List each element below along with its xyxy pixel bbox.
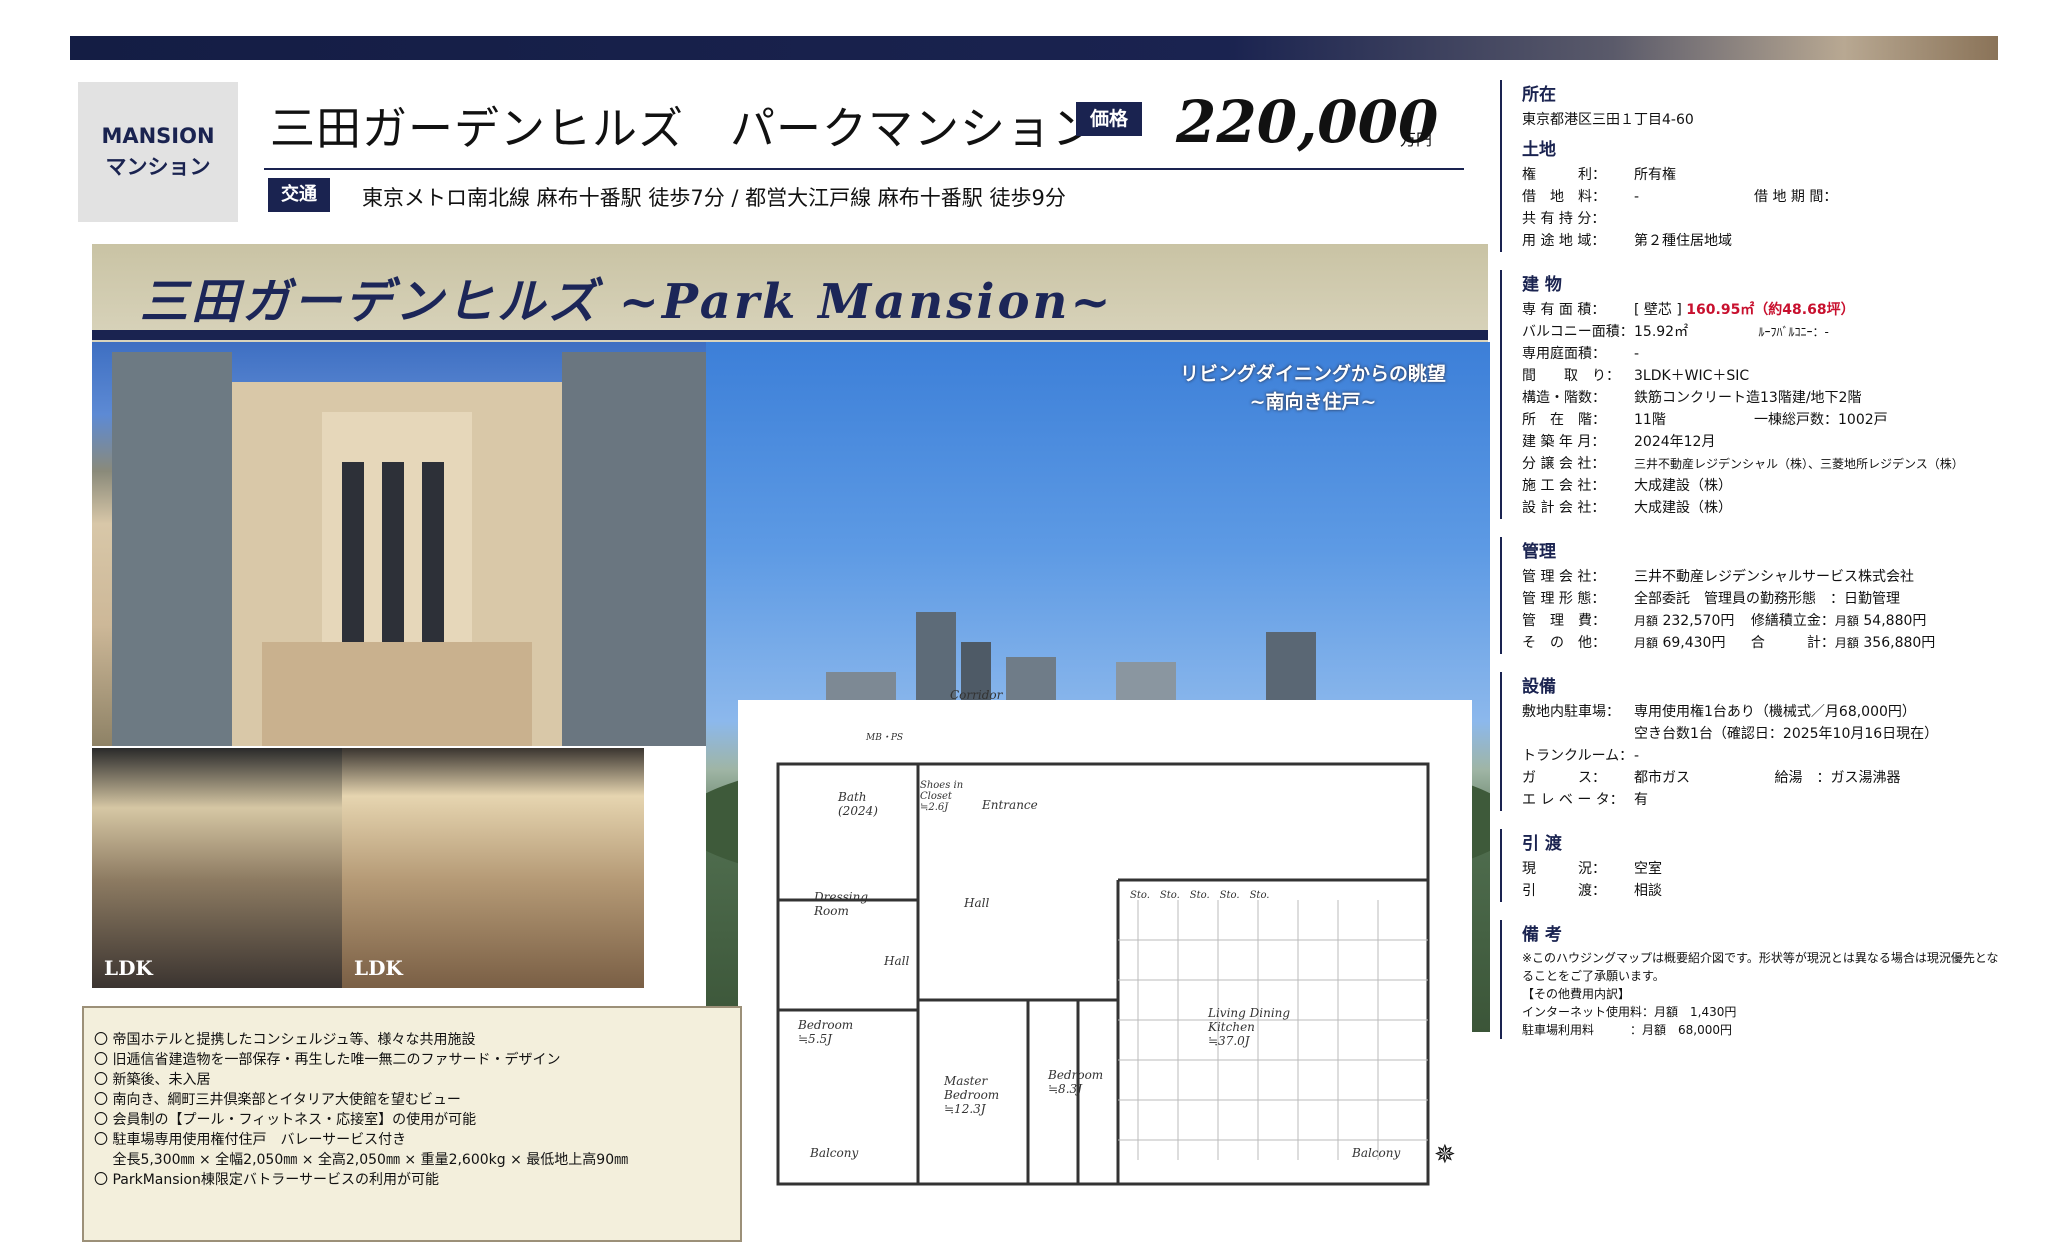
building-section: 建 物 専 有 面 積：[ 壁芯 ] 160.95㎡（約48.68坪） バルコニ… — [1500, 270, 2020, 519]
badge-line2: マンション — [105, 155, 211, 179]
plan-bedroom-1: Bedroom ≒5.5J — [798, 1018, 854, 1046]
remarks-line: ※このハウジングマップは概要紹介図です。形状等が現況とは異なる場合は現況優先とな… — [1522, 951, 1999, 983]
status-row: 現 況： 空室 — [1522, 861, 1662, 877]
handover-row: 引 渡： 相談 — [1522, 883, 1662, 899]
building-row: 分 譲 会 社： 三井不動産レジデンシャル（株）、三菱地所レジデンス（株） — [1522, 456, 1964, 472]
access-text: 東京メトロ南北線 麻布十番駅 徒歩7分 / 都営大江戸線 麻布十番駅 徒歩9分 — [362, 186, 1066, 210]
floor-area-row: 専 有 面 積：[ 壁芯 ] 160.95㎡（約48.68坪） — [1522, 302, 1855, 318]
plan-dressing: Dressing Room — [814, 890, 869, 918]
balcony-row: バルコニー面積：15.92㎡ ﾙｰﾌﾊﾞﾙｺﾆｰ：- — [1522, 324, 1829, 340]
building-title: 建 物 — [1522, 275, 1562, 295]
feature-item: 〇 旧逓信省建造物を一部保存・再生した唯一無二のファサード・デザイン — [94, 1052, 561, 1068]
plan-ldk: Living Dining Kitchen ≒37.0J — [1208, 1006, 1291, 1048]
building-row: 間 取 り： 3LDK＋WIC＋SIC — [1522, 368, 1750, 384]
plan-shoes-closet: Shoes in Closet ≒2.6J — [920, 780, 964, 813]
price-value: 220,000 — [1176, 88, 1439, 156]
header-divider — [264, 168, 1464, 170]
parking-row: 敷地内駐車場： 専用使用権1台あり（機械式／月68,000円） — [1522, 704, 1916, 720]
building-photo — [92, 342, 706, 746]
plan-balcony-2: Balcony — [1352, 1146, 1401, 1160]
features-box: 〇 帝国ホテルと提携したコンシェルジュ等、様々な共用施設 〇 旧逓信省建造物を一… — [82, 1006, 742, 1242]
location-title: 所在 — [1522, 85, 1556, 105]
floor-plan: Corridor MB・PS Bath (2024) Shoes in Clos… — [738, 688, 1472, 1244]
floor-plan-drawing — [776, 762, 1430, 1186]
plan-hall-1: Hall — [964, 896, 990, 910]
management-title: 管理 — [1522, 542, 1556, 562]
plan-entrance: Entrance — [982, 798, 1038, 812]
remarks-line: 【その他費用内訳】 — [1522, 987, 1631, 1001]
badge-line1: MANSION — [101, 124, 215, 148]
management-fee-row: 管 理 費： 月額 232,570円 修繕積立金：月額 54,880円 — [1522, 613, 1927, 629]
land-row: 用 途 地 域： 第２種住居地域 — [1522, 233, 1732, 249]
land-row: 借 地 料： - 借 地 期 間： — [1522, 189, 1838, 205]
building-illustration — [112, 352, 706, 746]
price-unit: 万円 — [1400, 130, 1433, 149]
ldk-photo-2: LDK — [342, 748, 644, 988]
remarks-line: インターネット使用料：月額 1,430円 — [1522, 1005, 1737, 1019]
land-row: 共 有 持 分： — [1522, 211, 1606, 227]
ldk-label-1: LDK — [104, 956, 153, 980]
elevator-row: エ レ ベ ー タ：有 — [1522, 792, 1648, 808]
feature-item: 全長5,300㎜ × 全幅2,050㎜ × 全高2,050㎜ × 重量2,600… — [94, 1152, 629, 1168]
gas-row: ガ ス： 都市ガス 給湯 ：ガス湯沸器 — [1522, 770, 1901, 786]
remarks-section: 備 考 ※このハウジングマップは概要紹介図です。形状等が現況とは異なる場合は現況… — [1500, 920, 2020, 1039]
handover-title: 引 渡 — [1522, 834, 1562, 854]
management-form-row: 管 理 形 態： 全部委託 管理員の勤務形態 ：日勤管理 — [1522, 591, 1900, 607]
facility-section: 設備 敷地内駐車場： 専用使用権1台あり（機械式／月68,000円） 空き台数1台… — [1500, 672, 2020, 811]
building-row: 建 築 年 月： 2024年12月 — [1522, 434, 1716, 450]
view-caption-line2: ~南向き住戸~ — [1249, 391, 1377, 413]
feature-item: 〇 帝国ホテルと提携したコンシェルジュ等、様々な共用施設 — [94, 1032, 476, 1048]
building-row: 専用庭面積： - — [1522, 346, 1640, 362]
location-section: 所在 東京都港区三田１丁目4-60 土地 権 利： 所有権 借 地 料： - 借 地 … — [1500, 80, 2020, 252]
banner-title: 三田ガーデンヒルズ ~Park Mansion~ — [140, 274, 1114, 330]
building-row: 設 計 会 社： 大成建設（株） — [1522, 500, 1732, 516]
property-type-badge: MANSION マンション — [78, 82, 238, 222]
plan-corridor: Corridor — [950, 688, 1003, 702]
plan-master-bedroom: Master Bedroom ≒12.3J — [944, 1074, 1000, 1116]
feature-item: 〇 南向き、綱町三井倶楽部とイタリア大使館を望むビュー — [94, 1092, 461, 1108]
management-company-row: 管 理 会 社： 三井不動産レジデンシャルサービス株式会社 — [1522, 569, 1914, 585]
handover-section: 引 渡 現 況： 空室 引 渡： 相談 — [1500, 829, 2020, 902]
access-label: 交通 — [268, 178, 330, 212]
top-decorative-bar — [70, 36, 1998, 60]
remarks-title: 備 考 — [1522, 925, 1562, 945]
property-info-panel: 所在 東京都港区三田１丁目4-60 土地 権 利： 所有権 借 地 料： - 借 地 … — [1500, 80, 2020, 1057]
floor-area-value: 160.95㎡（約48.68坪） — [1686, 302, 1855, 318]
plan-bedroom-2: Bedroom ≒8.3J — [1048, 1068, 1104, 1096]
plan-hall-2: Hall — [884, 954, 910, 968]
building-row: 所 在 階： 11階 一棟総戸数：1002戸 — [1522, 412, 1888, 428]
compass-icon: ✵ — [1434, 1140, 1456, 1170]
management-other-row: そ の 他： 月額 69,430円 合 計：月額 356,880円 — [1522, 635, 1936, 651]
land-title: 土地 — [1522, 140, 1556, 160]
land-row: 権 利： 所有権 — [1522, 167, 1676, 183]
facility-title: 設備 — [1522, 677, 1556, 697]
location-value: 東京都港区三田１丁目4-60 — [1522, 112, 1694, 128]
feature-item: 〇 駐車場専用使用権付住戸 バレーサービス付き — [94, 1132, 407, 1148]
building-row: 構造・階数： 鉄筋コンクリート造13階建/地下2階 — [1522, 390, 1862, 406]
plan-balcony-1: Balcony — [810, 1146, 859, 1160]
plan-storage-row: Sto. Sto. Sto. Sto. Sto. — [1130, 890, 1270, 901]
view-caption: リビングダイニングからの眺望 ~南向き住戸~ — [1180, 360, 1446, 416]
view-caption-line1: リビングダイニングからの眺望 — [1180, 363, 1447, 385]
ldk-label-2: LDK — [354, 956, 403, 980]
building-row: 施 工 会 社： 大成建設（株） — [1522, 478, 1732, 494]
ldk-photo-1: LDK — [92, 748, 342, 988]
plan-bath: Bath (2024) — [838, 790, 878, 818]
price-label: 価格 — [1076, 102, 1142, 136]
parking-row-2: 空き台数1台（確認日：2025年10月16日現在） — [1634, 726, 1939, 742]
trunk-row: トランクルーム：- — [1522, 748, 1640, 764]
feature-item: 〇 ParkMansion棟限定バトラーサービスの利用が可能 — [94, 1172, 439, 1188]
management-section: 管理 管 理 会 社： 三井不動産レジデンシャルサービス株式会社 管 理 形 態：… — [1500, 537, 2020, 654]
feature-item: 〇 新築後、未入居 — [94, 1072, 211, 1088]
feature-item: 〇 会員制の【プール・フィットネス・応接室】の使用が可能 — [94, 1112, 477, 1128]
property-title: 三田ガーデンヒルズ パークマンション — [270, 102, 1099, 155]
remarks-line: 駐車場利用料 ：月額 68,000円 — [1522, 1023, 1732, 1037]
plan-mb-ps: MB・PS — [866, 733, 904, 743]
